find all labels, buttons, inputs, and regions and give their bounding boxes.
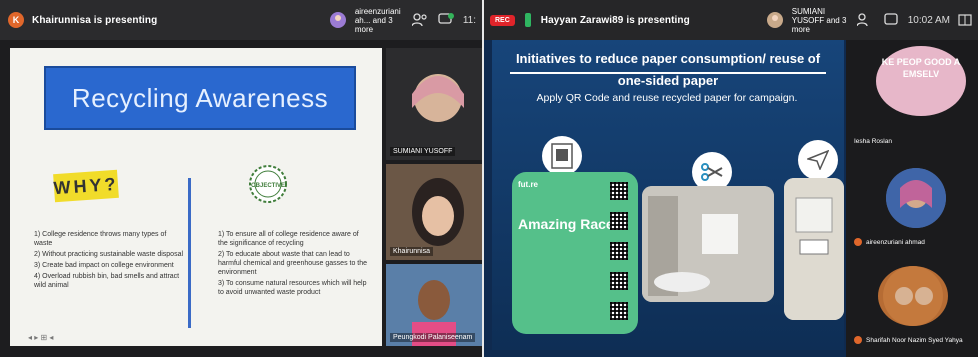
chat-icon[interactable] — [437, 11, 455, 29]
qr-code-icon — [610, 212, 628, 230]
participants-summary[interactable]: SUMIANI YUSOFF and 3 more — [792, 7, 848, 34]
participant-name: Iesha Roslan — [854, 138, 892, 145]
clock: 10:02 AM — [907, 14, 950, 26]
chat-icon[interactable] — [882, 11, 900, 29]
participant-column: KE PEOP GOOD A EMSELV Iesha Roslan airee… — [846, 40, 978, 357]
participant-avatar-icon[interactable] — [329, 11, 347, 29]
left-top-bar: K Khairunnisa is presenting aireenzurian… — [0, 0, 482, 40]
recycling-slide: Recycling Awareness WHY? OBJECTIVE 1) Co… — [10, 48, 382, 346]
slide-subtitle: Apply QR Code and reuse recycled paper f… — [536, 92, 798, 104]
qr-code-icon — [610, 302, 628, 320]
participant-avatar[interactable] — [886, 168, 946, 228]
why-item: 1) College residence throws many types o… — [34, 231, 167, 247]
why-item: 2) Without practicing sustainable waste … — [34, 251, 184, 258]
presenting-label: Hayyan Zarawi89 is presenting — [540, 14, 690, 26]
paper-plane-icon — [798, 140, 838, 180]
video-tile-peungkodi[interactable]: Peungkodi Palaniseenam — [386, 264, 482, 346]
initiatives-slide: Initiatives to reduce paper consumption/… — [492, 40, 844, 350]
why-item: 4) Overload rubbish bin, bad smells and … — [34, 273, 180, 289]
slide-navigation-controls[interactable]: ◂ ▸ ⊞ ◂ — [28, 333, 53, 342]
objective-badge-text: OBJECTIVE — [251, 183, 285, 189]
rec-badge: REC — [490, 14, 515, 26]
qr-code-icon — [610, 182, 628, 200]
participant-avatar-icon[interactable] — [766, 11, 784, 29]
why-item: 3) Create bad impact on college environm… — [34, 262, 174, 269]
tile-name: SUMIANI YUSOFF — [390, 147, 456, 156]
amazing-race-card: fut.re Amazing Race — [512, 172, 638, 334]
participant-portrait-icon — [412, 74, 464, 122]
left-meeting-window: K Khairunnisa is presenting aireenzurian… — [0, 0, 482, 357]
overlay-avatar-text: KE PEOP GOOD A EMSELV — [876, 46, 966, 116]
tile-name: Peungkodi Palaniseenam — [390, 333, 476, 342]
participants-summary[interactable]: aireenzuriani ah... and 3 more — [355, 7, 403, 34]
switch-photo — [784, 178, 844, 320]
participant-row: Sharifah Noor Nazim Syed Yahya — [854, 336, 963, 344]
people-icon[interactable] — [856, 11, 874, 29]
objective-list: 1) To ensure all of college residence aw… — [218, 230, 368, 299]
card-brand: fut.re — [518, 180, 538, 189]
tile-name: Khairunnisa — [390, 247, 433, 256]
right-top-bar: REC Hayyan Zarawi89 is presenting SUMIAN… — [484, 0, 978, 40]
objective-badge-icon: OBJECTIVE — [248, 164, 288, 204]
participant-portrait-icon — [386, 164, 482, 260]
why-sticky-note: WHY? — [53, 169, 119, 203]
right-meeting-window: REC Hayyan Zarawi89 is presenting SUMIAN… — [484, 0, 978, 357]
green-status-icon — [524, 13, 531, 27]
people-icon[interactable] — [411, 11, 429, 29]
presenting-label: Khairunnisa is presenting — [32, 14, 158, 26]
qr-code-icon — [610, 242, 628, 260]
qr-code-icon — [542, 136, 582, 176]
clock: 11: — [462, 14, 476, 26]
why-list: 1) College residence throws many types o… — [34, 230, 184, 292]
presenter-avatar: K — [8, 12, 24, 28]
muted-icon — [854, 336, 862, 344]
slide-title-box: Recycling Awareness — [44, 66, 356, 130]
objective-item: 3) To consume natural resources which wi… — [218, 280, 367, 296]
card-heading: Amazing Race — [518, 216, 614, 232]
qr-code-icon — [610, 272, 628, 290]
participant-row: aireenzuriani ahmad — [854, 238, 925, 246]
slide-title: Initiatives to reduce paper consumption/… — [510, 48, 826, 88]
objective-item: 2) To educate about waste that can lead … — [218, 251, 368, 276]
participant-name: Sharifah Noor Nazim Syed Yahya — [866, 336, 963, 344]
restroom-photo — [642, 186, 774, 302]
layout-icon[interactable] — [956, 11, 974, 29]
video-tile-sumiani[interactable]: SUMIANI YUSOFF — [386, 48, 482, 160]
objective-item: 1) To ensure all of college residence aw… — [218, 231, 359, 247]
slide-divider — [188, 178, 191, 328]
participant-avatar[interactable] — [878, 266, 948, 326]
participant-name: aireenzuriani ahmad — [866, 238, 925, 246]
slide-title: Recycling Awareness — [71, 82, 329, 113]
video-tile-khairunnisa[interactable]: Khairunnisa — [386, 164, 482, 260]
muted-icon — [854, 238, 862, 246]
